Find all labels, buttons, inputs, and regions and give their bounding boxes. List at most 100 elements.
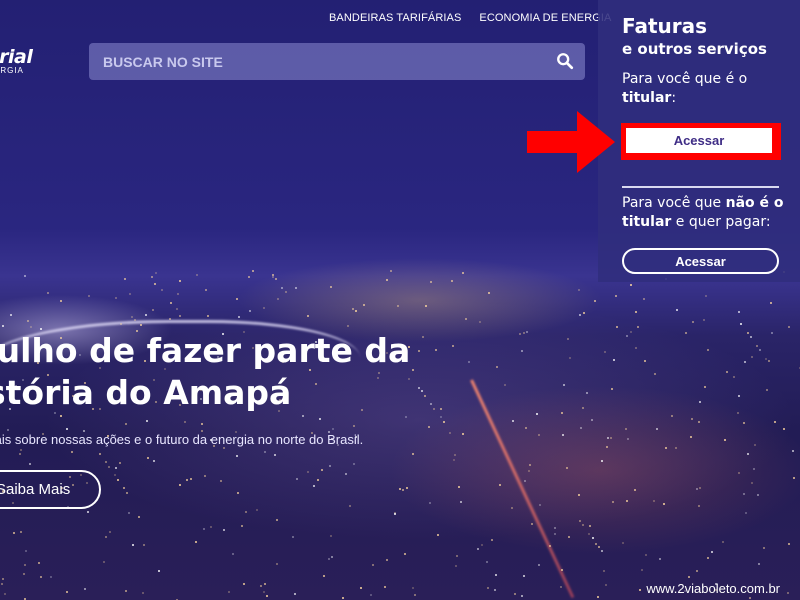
nonholder-text: Para você que não é o titular e quer paga… — [622, 194, 792, 232]
city-light — [23, 274, 26, 277]
city-light — [758, 562, 761, 565]
city-light — [521, 595, 524, 598]
city-light — [754, 444, 757, 447]
city-light — [142, 543, 145, 546]
city-light — [487, 291, 490, 294]
city-light — [60, 415, 63, 418]
city-light — [251, 270, 254, 273]
acessar-nao-titular-button[interactable]: Acessar — [622, 248, 779, 274]
city-light — [138, 515, 141, 518]
city-light — [629, 284, 632, 287]
city-light — [625, 499, 628, 502]
city-light — [331, 427, 334, 430]
city-light — [604, 583, 607, 586]
city-light — [179, 314, 182, 317]
city-light — [538, 434, 541, 437]
city-light — [1, 578, 4, 581]
city-light — [511, 506, 514, 509]
nonholder-text-bold-2: titular — [622, 214, 672, 230]
city-light — [465, 318, 467, 321]
city-light — [597, 545, 600, 548]
city-light — [384, 586, 386, 589]
city-light — [746, 452, 749, 455]
city-light — [653, 500, 656, 503]
city-light — [266, 595, 268, 598]
city-light — [491, 538, 494, 541]
city-light — [737, 394, 740, 397]
city-light — [462, 271, 465, 274]
search-input[interactable] — [89, 43, 529, 80]
panel-subtitle: e outros serviços — [622, 40, 767, 58]
city-light — [755, 345, 758, 348]
city-light — [223, 529, 226, 532]
city-light — [133, 318, 136, 321]
city-light — [385, 278, 388, 281]
city-light — [412, 452, 415, 455]
site-logo[interactable]: torial ERGIA — [0, 44, 58, 76]
city-light — [262, 590, 265, 593]
city-light — [405, 416, 408, 419]
city-light — [625, 335, 628, 338]
city-light — [242, 583, 245, 586]
city-light — [499, 484, 502, 487]
city-light — [23, 572, 26, 575]
city-light — [697, 505, 700, 508]
city-light — [480, 544, 483, 547]
city-light — [495, 573, 498, 576]
city-light — [745, 512, 748, 515]
city-light — [205, 288, 208, 291]
city-light — [645, 553, 648, 556]
city-light — [624, 428, 627, 431]
faturas-panel: Faturas e outros serviços Para você que … — [598, 0, 800, 282]
city-light — [514, 593, 517, 596]
city-light — [29, 325, 32, 328]
city-light — [627, 437, 630, 440]
city-light — [684, 331, 687, 334]
city-light — [695, 570, 698, 573]
holder-text-bold: titular — [622, 90, 672, 106]
nav-link-economia-de-energia[interactable]: ECONOMIA DE ENERGIA — [479, 12, 611, 24]
city-light — [633, 488, 636, 491]
city-light — [295, 287, 298, 290]
city-light — [186, 478, 189, 481]
nav-link-bandeiras-tarifarias[interactable]: BANDEIRAS TARIFÁRIAS — [329, 12, 461, 24]
search-icon[interactable] — [556, 52, 574, 70]
city-light — [103, 560, 106, 563]
city-light — [522, 331, 525, 334]
city-light — [245, 510, 248, 513]
saiba-mais-button[interactable]: Saiba Mais — [0, 470, 101, 509]
city-light — [579, 314, 582, 317]
city-light — [104, 461, 107, 464]
city-light — [591, 536, 594, 539]
city-light — [606, 445, 609, 448]
city-light — [404, 552, 407, 555]
city-light — [71, 450, 74, 453]
city-light — [606, 436, 609, 439]
city-light — [362, 304, 365, 307]
city-light — [596, 595, 599, 598]
city-light — [582, 311, 585, 314]
city-light — [140, 323, 143, 326]
city-light — [566, 466, 569, 469]
city-light — [428, 502, 431, 505]
city-light — [526, 330, 529, 333]
city-light — [486, 560, 489, 563]
city-light — [460, 500, 463, 503]
city-light — [591, 418, 594, 421]
city-light — [442, 420, 445, 423]
city-light — [169, 301, 172, 304]
city-light — [275, 563, 278, 566]
acessar-titular-button[interactable]: Acessar — [626, 128, 772, 153]
city-light — [539, 504, 542, 507]
city-light — [313, 485, 316, 488]
city-light — [559, 586, 562, 589]
city-light — [549, 545, 552, 548]
city-light — [194, 540, 197, 543]
city-light — [688, 575, 691, 578]
city-light — [236, 455, 239, 458]
city-light — [130, 315, 133, 318]
city-light — [248, 309, 251, 312]
city-light — [151, 275, 154, 278]
city-light — [255, 509, 258, 512]
city-light — [322, 575, 325, 578]
